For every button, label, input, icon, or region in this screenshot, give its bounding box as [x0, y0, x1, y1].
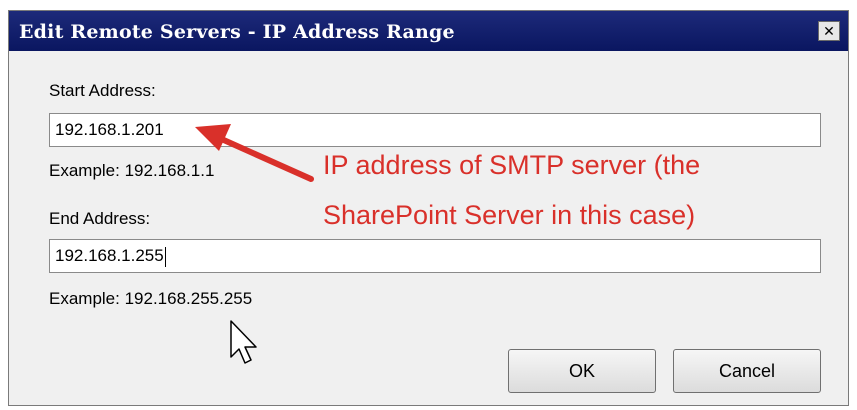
- edit-remote-servers-dialog: Edit Remote Servers - IP Address Range ✕…: [8, 10, 849, 406]
- mouse-pointer-icon: [230, 320, 257, 364]
- annotation-overlay: [195, 124, 314, 364]
- red-arrow-icon: [195, 124, 314, 182]
